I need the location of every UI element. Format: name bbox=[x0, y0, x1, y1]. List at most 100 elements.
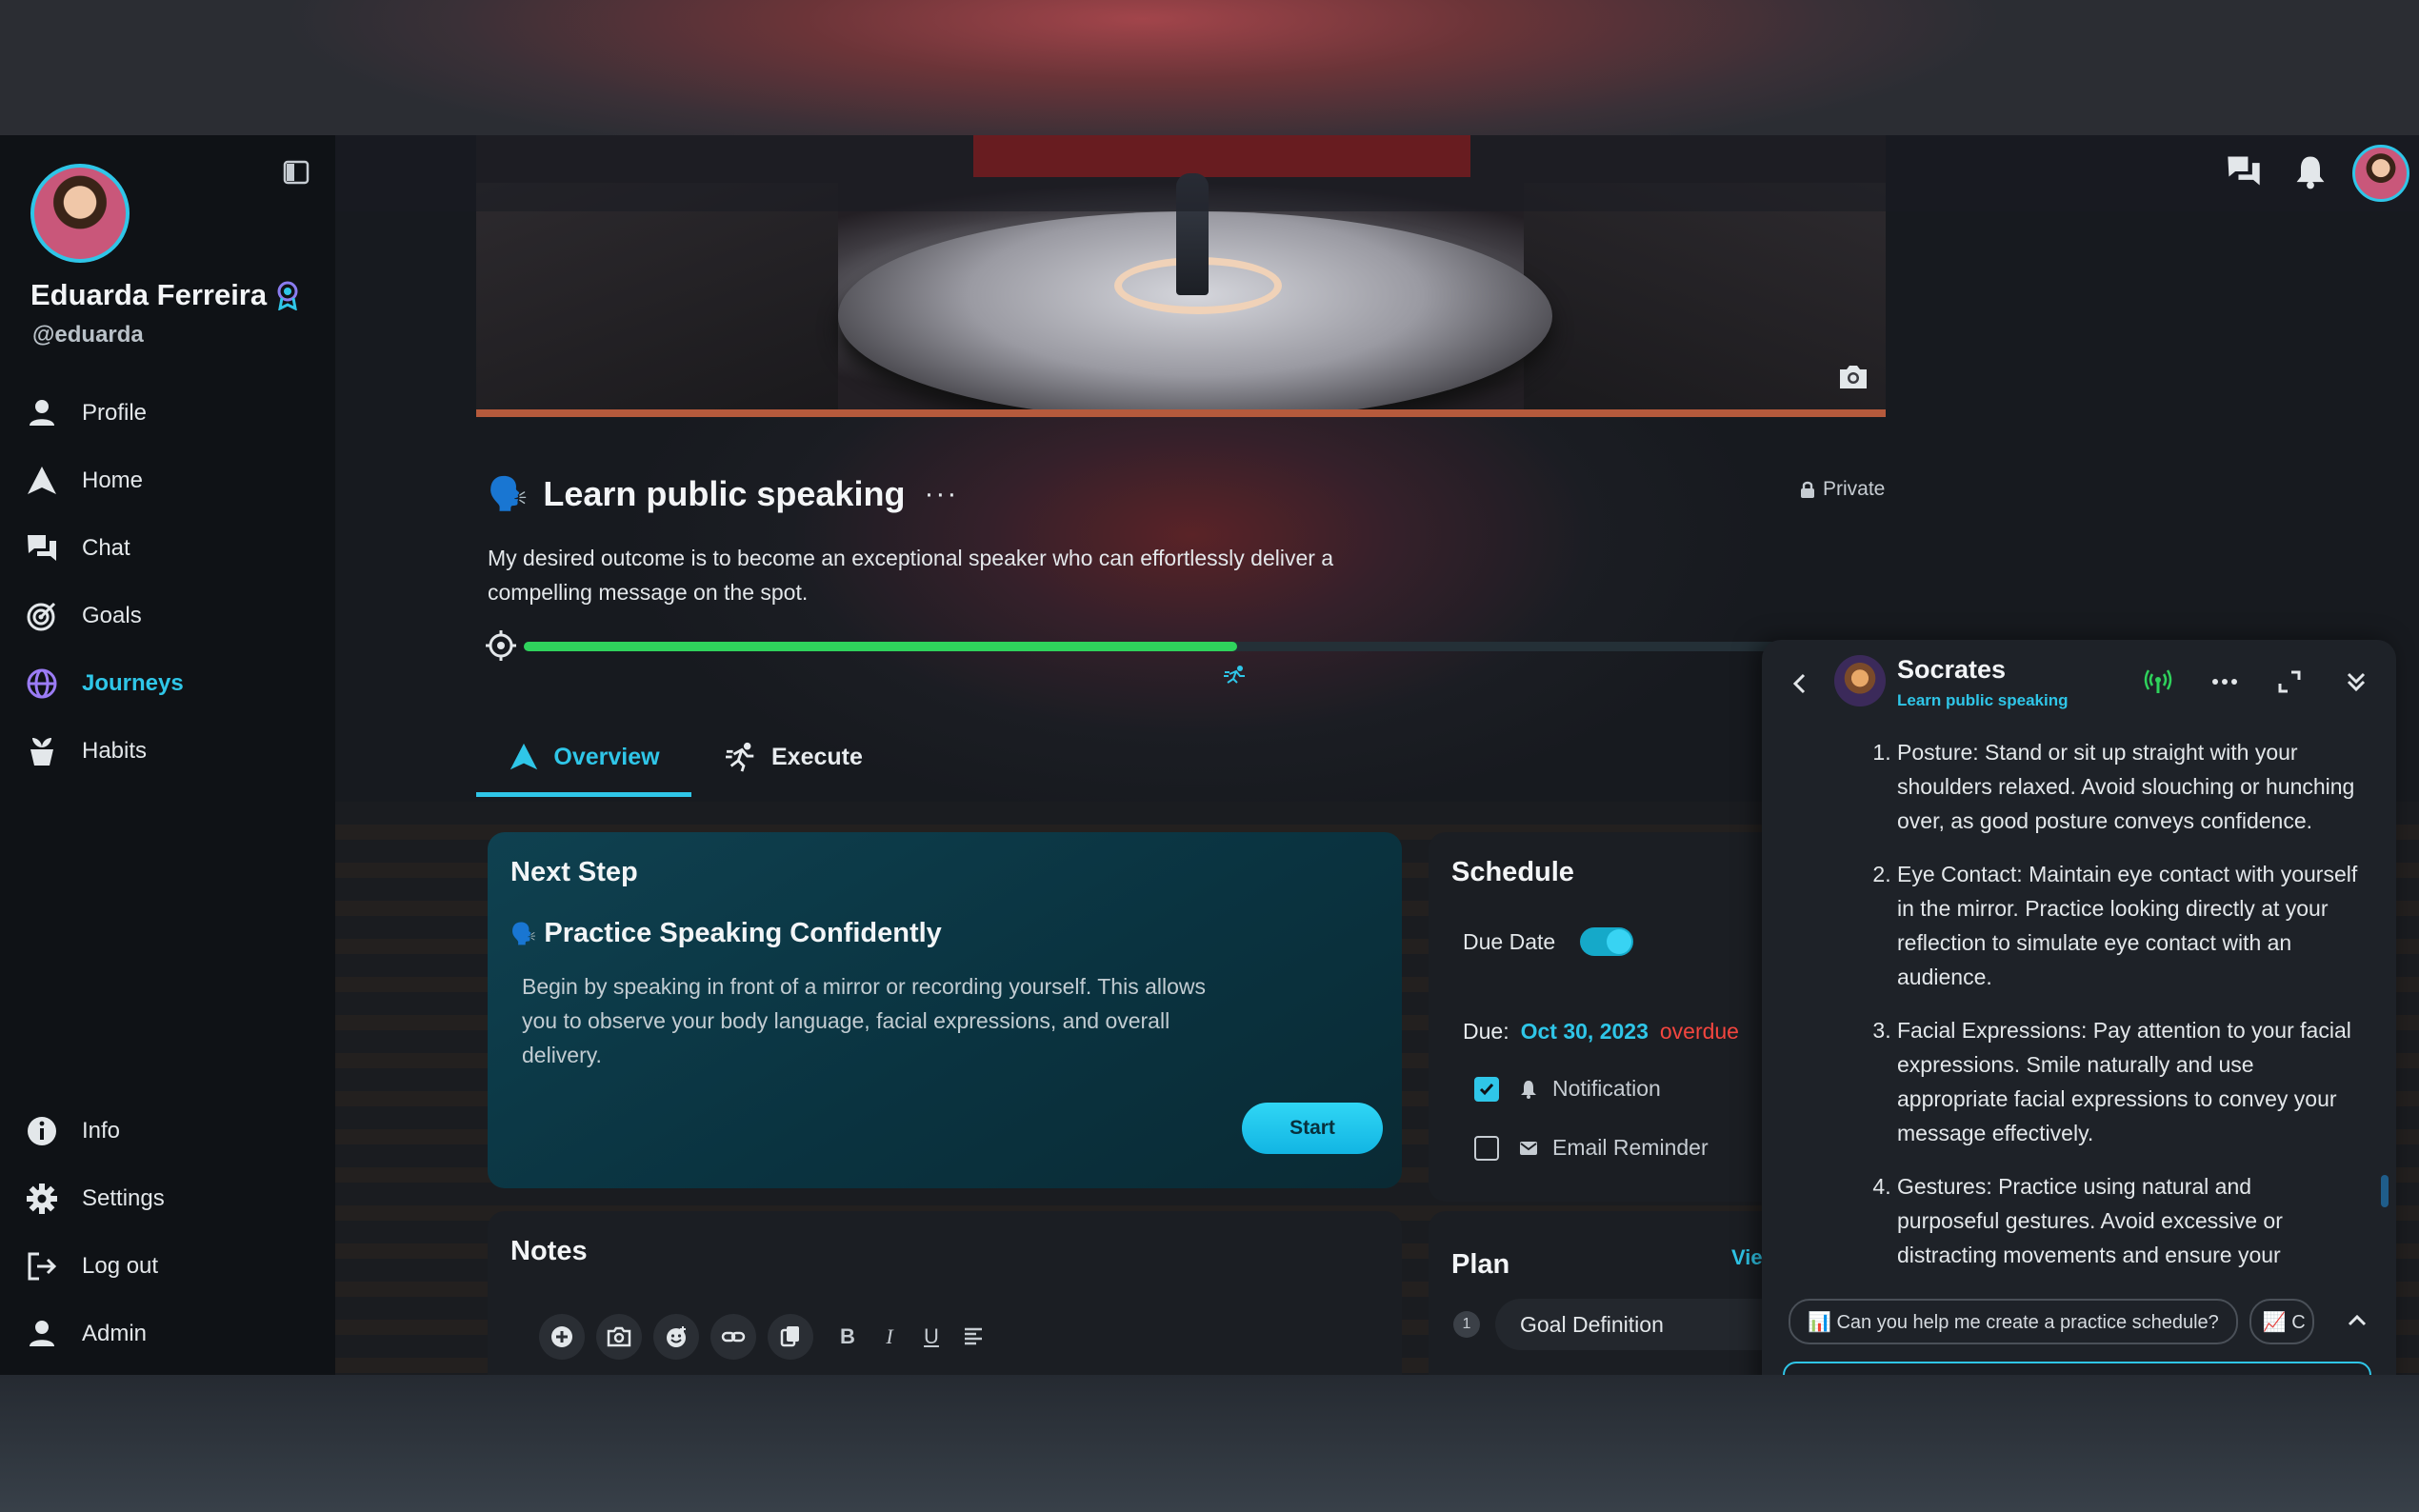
journey-title[interactable]: Learn public speaking bbox=[543, 474, 905, 514]
suggestion-chip[interactable]: 📈 C bbox=[2249, 1299, 2314, 1344]
suggestion-chip[interactable]: 📊 Can you help me create a practice sche… bbox=[1789, 1299, 2238, 1344]
notes-heading: Notes bbox=[510, 1236, 588, 1266]
more-options-icon[interactable]: ··· bbox=[924, 478, 958, 510]
tab-label: Overview bbox=[553, 743, 660, 770]
due-date-row: Due: Oct 30, 2023 overdue bbox=[1463, 1019, 1739, 1044]
italic-button[interactable]: I bbox=[870, 1314, 909, 1360]
chat-panel: Socrates Learn public speaking Posture: … bbox=[1762, 640, 2396, 1375]
sidebar-item-profile[interactable]: Profile bbox=[25, 392, 147, 434]
sidebar-item-home[interactable]: Home bbox=[25, 460, 143, 502]
camera-icon[interactable] bbox=[1836, 362, 1870, 392]
navigation-arrow-icon bbox=[28, 467, 56, 494]
runner-icon bbox=[1223, 666, 1245, 684]
sidebar-item-admin[interactable]: Admin bbox=[25, 1313, 147, 1355]
sidebar-item-label: Admin bbox=[82, 1321, 148, 1346]
chat-message-list: Posture: Stand or sit up straight with y… bbox=[1762, 735, 2396, 1272]
sidebar-item-label: Home bbox=[82, 468, 144, 493]
cover-audience-left bbox=[476, 183, 838, 417]
cover-audience-right bbox=[1524, 183, 1886, 417]
envelope-icon bbox=[1520, 1141, 1537, 1155]
next-step-heading: Next Step bbox=[510, 857, 638, 887]
next-step-description: Begin by speaking in front of a mirror o… bbox=[522, 974, 1207, 1067]
speaking-head-icon: 🗣️ bbox=[510, 921, 537, 945]
align-button[interactable] bbox=[954, 1314, 992, 1360]
email-reminder-option[interactable]: Email Reminder bbox=[1474, 1135, 1709, 1161]
chat-messages[interactable]: Posture: Stand or sit up straight with y… bbox=[1762, 735, 2396, 1292]
bold-button[interactable]: B bbox=[829, 1314, 867, 1360]
user-avatar-small[interactable] bbox=[2352, 145, 2409, 202]
sidebar-item-settings[interactable]: Settings bbox=[25, 1178, 165, 1220]
due-date-toggle[interactable] bbox=[1580, 927, 1634, 956]
chat-bubbles-icon bbox=[28, 535, 56, 561]
sidebar-collapse-icon[interactable] bbox=[282, 158, 310, 187]
start-button[interactable]: Start bbox=[1242, 1103, 1383, 1154]
bot-subtitle[interactable]: Learn public speaking bbox=[1897, 691, 2069, 710]
sidebar-item-label: Habits bbox=[82, 738, 148, 764]
journey-description[interactable]: My desired outcome is to become an excep… bbox=[488, 541, 1440, 609]
tab-label: Execute bbox=[771, 743, 863, 770]
emoji-button[interactable] bbox=[653, 1314, 699, 1360]
add-button[interactable] bbox=[539, 1314, 585, 1360]
due-date-toggle-row: Due Date bbox=[1463, 927, 1634, 956]
plan-heading: Plan bbox=[1451, 1249, 1510, 1280]
sidebar-item-logout[interactable]: Log out bbox=[25, 1245, 158, 1287]
due-prefix: Due: bbox=[1463, 1019, 1509, 1044]
expand-icon[interactable] bbox=[2274, 666, 2305, 697]
habit-plant-icon bbox=[30, 738, 53, 766]
more-horizontal-icon[interactable] bbox=[2209, 666, 2240, 697]
sidebar-item-label: Profile bbox=[82, 400, 148, 426]
app-window: Eduarda Ferreira @eduarda Profile Home C… bbox=[0, 135, 2419, 1375]
next-step-title: 🗣️ Practice Speaking Confidently bbox=[510, 918, 942, 949]
sidebar-item-label: Goals bbox=[82, 603, 142, 628]
plan-view-link[interactable]: Vie bbox=[1731, 1245, 1763, 1270]
plus-circle-icon bbox=[551, 1326, 572, 1347]
notification-checkbox[interactable] bbox=[1474, 1076, 1499, 1102]
copy-button[interactable] bbox=[768, 1314, 813, 1360]
email-reminder-checkbox[interactable] bbox=[1474, 1135, 1499, 1161]
person-icon bbox=[30, 400, 54, 426]
journey-progress-bar bbox=[524, 642, 1895, 651]
person-icon bbox=[30, 1321, 54, 1346]
chat-scrollbar[interactable] bbox=[2381, 1175, 2389, 1207]
tab-execute[interactable]: Execute bbox=[726, 722, 863, 792]
notes-toolbar: B I U bbox=[539, 1314, 992, 1360]
link-icon bbox=[721, 1331, 746, 1343]
runner-icon bbox=[726, 742, 754, 772]
due-date-value[interactable]: Oct 30, 2023 bbox=[1521, 1019, 1649, 1044]
chevron-left-icon[interactable] bbox=[1789, 672, 1811, 695]
collapse-down-icon[interactable] bbox=[2341, 666, 2371, 697]
link-button[interactable] bbox=[710, 1314, 756, 1360]
user-handle: @eduarda bbox=[32, 322, 144, 348]
notification-option[interactable]: Notification bbox=[1474, 1076, 1661, 1102]
speaking-head-icon: 🗣️ bbox=[488, 476, 529, 512]
align-left-icon bbox=[965, 1327, 982, 1345]
globe-icon bbox=[27, 668, 57, 699]
tab-overview[interactable]: Overview bbox=[476, 722, 691, 797]
overdue-status: overdue bbox=[1659, 1019, 1739, 1044]
chat-bubbles-icon[interactable] bbox=[2225, 152, 2263, 190]
visibility-indicator[interactable]: Private bbox=[1800, 478, 1885, 501]
sidebar-item-habits[interactable]: Habits bbox=[25, 730, 147, 772]
bell-icon[interactable] bbox=[2291, 152, 2329, 190]
journey-progress-fill bbox=[524, 642, 1237, 651]
sidebar-item-goals[interactable]: Goals bbox=[25, 595, 142, 637]
visibility-label: Private bbox=[1823, 478, 1886, 500]
underline-button[interactable]: U bbox=[912, 1314, 950, 1360]
info-icon bbox=[28, 1117, 56, 1145]
sidebar-item-chat[interactable]: Chat bbox=[25, 527, 130, 569]
sidebar-item-journeys[interactable]: Journeys bbox=[25, 663, 184, 705]
notes-card: Notes B I U bbox=[488, 1211, 1402, 1375]
camera-button[interactable] bbox=[596, 1314, 642, 1360]
sidebar-item-label: Settings bbox=[82, 1185, 165, 1211]
logout-icon bbox=[28, 1252, 57, 1281]
user-name: Eduarda Ferreira bbox=[30, 278, 268, 311]
chevron-up-icon[interactable] bbox=[2343, 1306, 2371, 1335]
sidebar: Eduarda Ferreira @eduarda Profile Home C… bbox=[0, 135, 335, 1375]
bell-icon bbox=[1521, 1080, 1536, 1099]
broadcast-signal-icon[interactable] bbox=[2143, 666, 2173, 697]
chat-composer: B I U bbox=[1783, 1362, 2371, 1375]
schedule-heading: Schedule bbox=[1451, 857, 1574, 887]
user-avatar[interactable] bbox=[30, 164, 130, 263]
camera-icon bbox=[607, 1326, 631, 1347]
sidebar-item-info[interactable]: Info bbox=[25, 1110, 120, 1152]
